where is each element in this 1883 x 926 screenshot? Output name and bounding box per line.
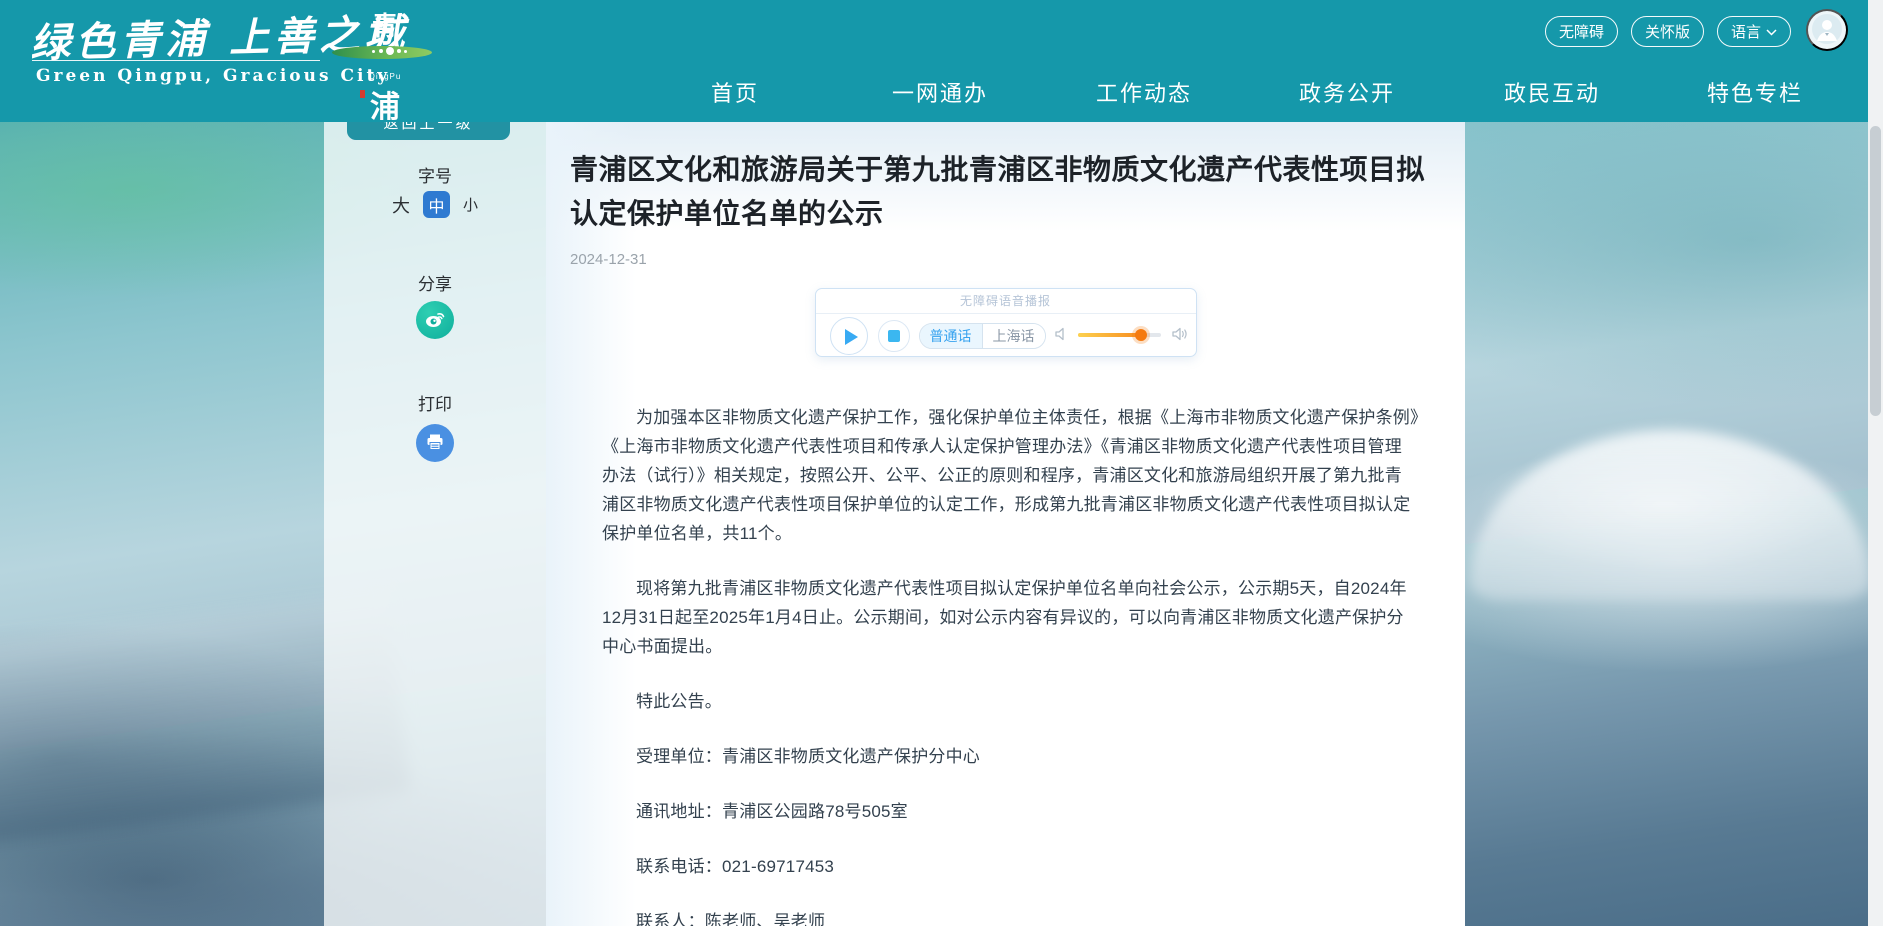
article-paragraph: 联系电话：021-69717453	[602, 852, 1419, 881]
emblem-char-top: 青	[372, 6, 398, 43]
volume-low-icon	[1054, 326, 1070, 347]
lang-mandarin-button[interactable]: 普通话	[920, 324, 982, 348]
nav-public-interaction[interactable]: 政民互动	[1504, 76, 1600, 108]
logo-divider-line	[32, 60, 320, 61]
article-paragraph: 为加强本区非物质文化遗产保护工作，强化保护单位主体责任，根据《上海市非物质文化遗…	[602, 403, 1419, 548]
care-version-button[interactable]: 关怀版	[1631, 16, 1704, 47]
tool-sidebar	[324, 122, 546, 926]
emblem-dot	[386, 47, 394, 55]
print-label: 打印	[324, 390, 546, 415]
font-size-small-button[interactable]: 小	[463, 194, 478, 215]
nav-one-stop-services[interactable]: 一网通办	[892, 76, 988, 108]
volume-knob[interactable]	[1135, 329, 1147, 341]
share-label: 分享	[324, 270, 546, 295]
person-icon	[1812, 14, 1842, 47]
chevron-down-icon	[1766, 23, 1777, 40]
article-date: 2024-12-31	[570, 251, 1441, 268]
font-size-options: 大 中 小	[324, 191, 546, 218]
nav-government-affairs[interactable]: 政务公开	[1299, 76, 1395, 108]
article-paragraph: 特此公告。	[602, 687, 1419, 716]
article-paragraph: 现将第九批青浦区非物质文化遗产代表性项目拟认定保护单位名单向社会公示，公示期5天…	[602, 574, 1419, 661]
article-card: 青浦区文化和旅游局关于第九批青浦区非物质文化遗产代表性项目拟认定保护单位名单的公…	[546, 122, 1465, 926]
page: 返回上一级 字号 大 中 小 分享 打印	[0, 0, 1883, 926]
nav-home[interactable]: 首页	[711, 76, 759, 108]
audio-reader-caption: 无障碍语音播报	[816, 289, 1196, 314]
article-title: 青浦区文化和旅游局关于第九批青浦区非物质文化遗产代表性项目拟认定保护单位名单的公…	[570, 148, 1450, 236]
emblem-dot	[372, 50, 375, 53]
volume-fill	[1078, 333, 1141, 337]
emblem-dot	[397, 49, 401, 53]
play-button[interactable]	[830, 317, 868, 355]
emblem-dot	[379, 49, 383, 53]
font-size-large-button[interactable]: 大	[392, 192, 410, 218]
share-weibo-button[interactable]	[416, 301, 454, 339]
language-toggle: 普通话 上海话	[919, 323, 1046, 349]
font-size-label: 字号	[324, 162, 546, 187]
stop-icon	[888, 330, 900, 342]
nav-work-updates[interactable]: 工作动态	[1096, 76, 1192, 108]
article-paragraph: 通讯地址：青浦区公园路78号505室	[602, 797, 1419, 826]
language-label: 语言	[1731, 21, 1761, 42]
lang-shanghainese-button[interactable]: 上海话	[983, 324, 1045, 348]
emblem-subtext: QingPu	[369, 72, 402, 81]
emblem-dot	[404, 50, 407, 53]
font-size-medium-button[interactable]: 中	[423, 191, 450, 218]
article-paragraph: 受理单位：青浦区非物质文化遗产保护分中心	[602, 742, 1419, 771]
accessibility-button[interactable]: 无障碍	[1545, 16, 1618, 47]
user-avatar-button[interactable]	[1806, 9, 1848, 51]
language-select-button[interactable]: 语言	[1717, 16, 1791, 47]
audio-reader-widget: 无障碍语音播报 普通话 上海话	[815, 288, 1197, 357]
article-paragraph: 联系人：陈老师、吴老师	[602, 907, 1419, 926]
emblem-char-bottom: 浦	[370, 82, 400, 126]
article-body: 为加强本区非物质文化遗产保护工作，强化保护单位主体责任，根据《上海市非物质文化遗…	[546, 403, 1465, 926]
scrollbar-thumb[interactable]	[1870, 126, 1881, 416]
volume-high-icon	[1171, 326, 1189, 347]
qingpu-emblem: 青 QingPu 浦	[330, 2, 440, 122]
weibo-icon	[424, 308, 446, 333]
site-header: 绿色青浦 上善之城 Green Qingpu, Gracious City 青 …	[0, 0, 1883, 122]
scrollbar[interactable]	[1868, 0, 1883, 926]
print-button[interactable]	[416, 424, 454, 462]
audio-reader-controls: 普通话 上海话	[816, 314, 1196, 357]
volume-slider[interactable]	[1078, 333, 1161, 337]
stop-button[interactable]	[878, 320, 910, 352]
play-icon	[845, 329, 858, 345]
emblem-seal	[360, 90, 365, 98]
printer-icon	[425, 432, 445, 455]
nav-special-columns[interactable]: 特色专栏	[1707, 76, 1803, 108]
